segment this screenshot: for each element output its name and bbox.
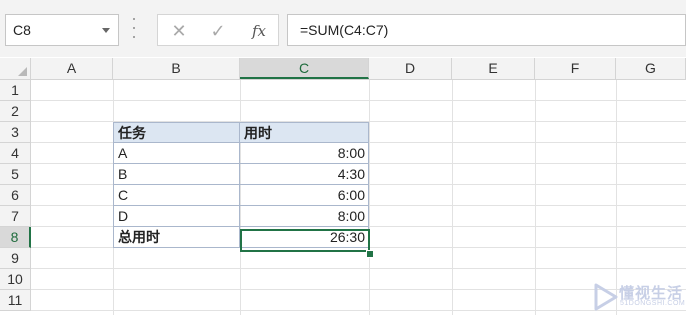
enter-icon[interactable]: ✓ (205, 20, 231, 42)
table-cell-text: B (118, 166, 128, 182)
formula-input[interactable]: =SUM(C4:C7) (287, 14, 686, 46)
name-box[interactable]: C8 (5, 14, 119, 46)
column-header-a[interactable]: A (31, 58, 113, 79)
row-header-4[interactable]: 4 (0, 143, 31, 164)
row-header-8[interactable]: 8 (0, 227, 31, 248)
formula-text: =SUM(C4:C7) (300, 22, 389, 38)
formula-bar: C8 ✕ ✓ fx =SUM(C4:C7) (0, 0, 686, 57)
column-header-c[interactable]: C (240, 58, 369, 79)
chevron-down-icon[interactable] (102, 28, 110, 33)
row-header-9[interactable]: 9 (0, 248, 31, 269)
column-header-d[interactable]: D (369, 58, 452, 79)
table-cell-task[interactable]: D (113, 206, 240, 227)
select-all-icon (18, 67, 27, 76)
fill-handle[interactable] (366, 250, 374, 258)
row-header-2[interactable]: 2 (0, 101, 31, 122)
table-cell-time[interactable]: 6:00 (240, 185, 369, 206)
select-all-button[interactable] (0, 58, 31, 79)
formula-buttons: ✕ ✓ fx (157, 14, 279, 46)
watermark-logo: 懂视生活 51DONGSHI.COM (593, 279, 686, 315)
watermark-subtext: 51DONGSHI.COM (620, 300, 686, 307)
table-total-label-text: 总用时 (118, 229, 160, 245)
table-cell-text: C (118, 187, 129, 203)
table-cell-task[interactable]: B (113, 164, 240, 185)
table-cell-total-label[interactable]: 总用时 (113, 227, 240, 248)
table-header-time[interactable]: 用时 (240, 122, 369, 143)
column-header-b[interactable]: B (113, 58, 240, 79)
column-header-g[interactable]: G (616, 58, 686, 79)
column-header-row: A B C D E F G (0, 58, 686, 80)
table-cell-task[interactable]: C (113, 185, 240, 206)
row-header-6[interactable]: 6 (0, 185, 31, 206)
table-cell-task[interactable]: A (113, 143, 240, 164)
table-cell-time[interactable]: 8:00 (240, 143, 369, 164)
table-header-task-text: 任务 (118, 125, 146, 141)
column-header-f[interactable]: F (535, 58, 616, 79)
play-logo-icon (594, 283, 618, 311)
row-header-3[interactable]: 3 (0, 122, 31, 143)
cancel-icon[interactable]: ✕ (166, 20, 192, 42)
name-box-value: C8 (13, 22, 31, 38)
row-header-1[interactable]: 1 (0, 80, 31, 101)
column-header-e[interactable]: E (452, 58, 535, 79)
table-cell-text: A (118, 145, 128, 161)
table-cell-time[interactable]: 8:00 (240, 206, 369, 227)
table-header-task[interactable]: 任务 (113, 122, 240, 143)
table-cell-text: D (118, 208, 129, 224)
table-cell-time[interactable]: 4:30 (240, 164, 369, 185)
table-header-time-text: 用时 (244, 125, 272, 141)
insert-function-icon[interactable]: fx (246, 20, 272, 42)
row-header-10[interactable]: 10 (0, 269, 31, 290)
row-header-11[interactable]: 11 (0, 290, 31, 311)
row-header-5[interactable]: 5 (0, 164, 31, 185)
row-header-7[interactable]: 7 (0, 206, 31, 227)
drag-handle-icon[interactable] (133, 18, 136, 38)
table-cell-total-value[interactable]: 26:30 (240, 227, 369, 248)
